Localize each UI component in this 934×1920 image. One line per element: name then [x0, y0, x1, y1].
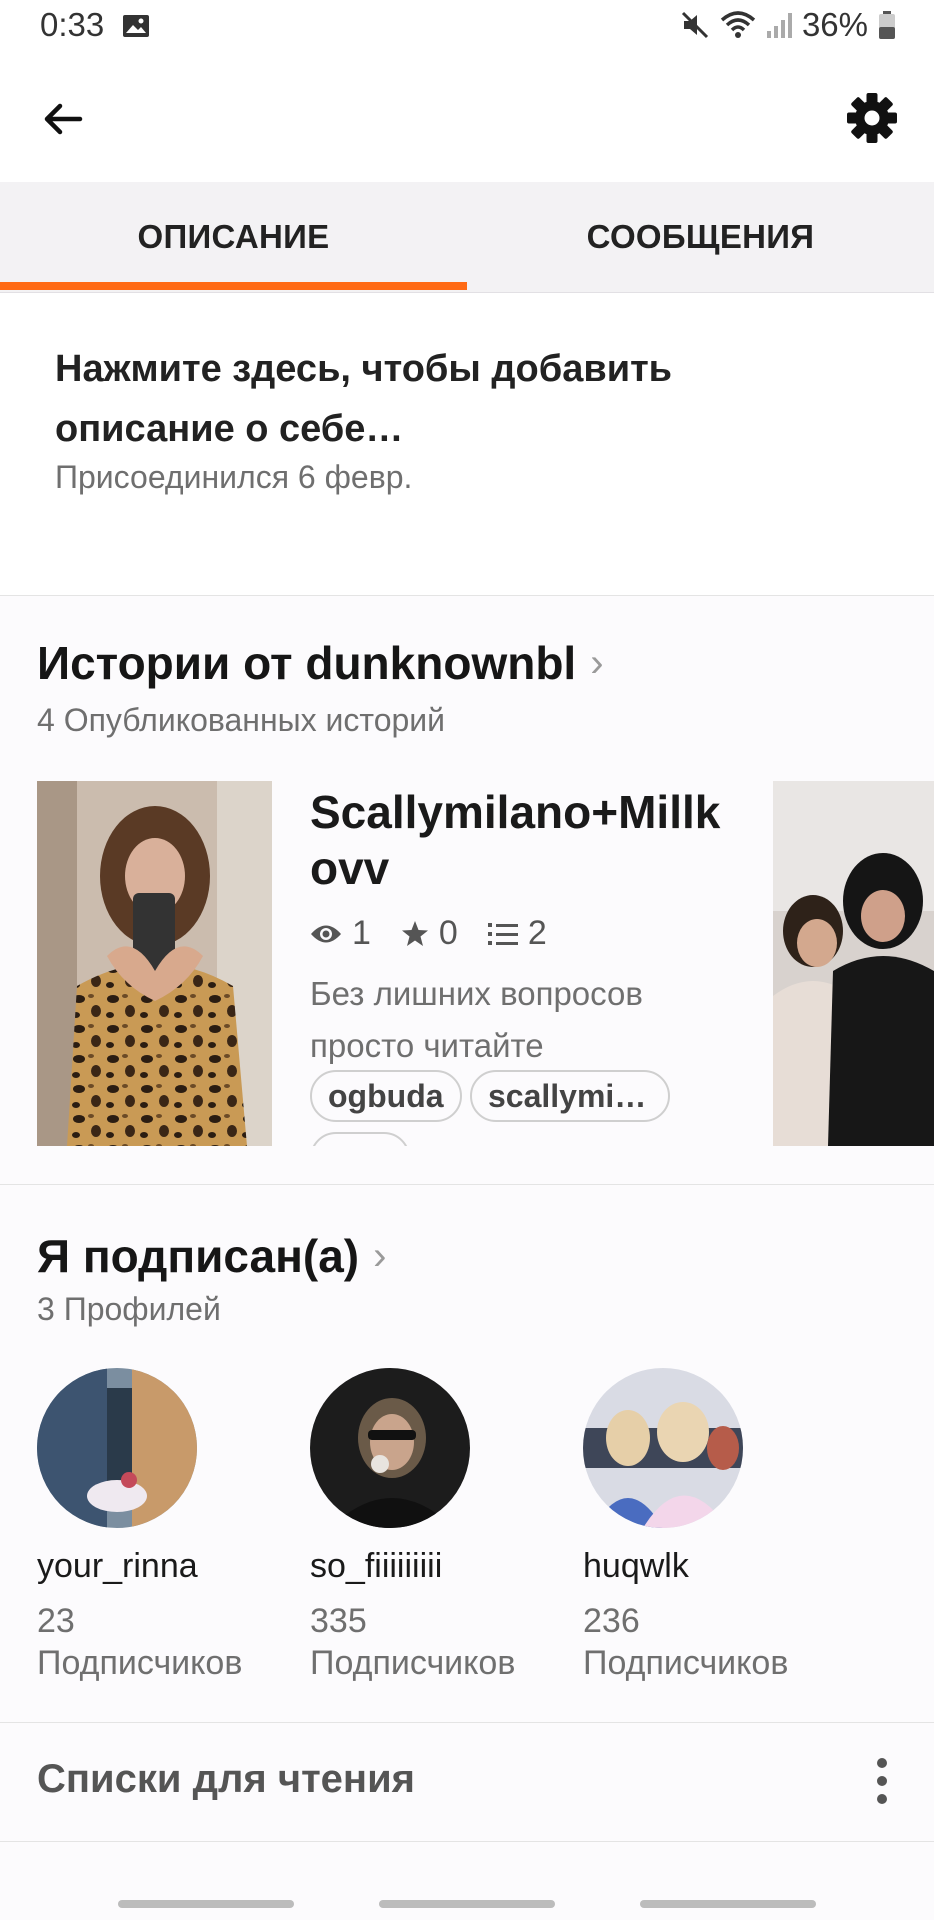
story-description: Без лишних вопросов просто читайте [310, 975, 643, 1064]
tab-messages-label: СООБЩЕНИЯ [586, 218, 815, 255]
story-cover-image[interactable] [773, 781, 934, 1146]
nav-back-handle[interactable] [640, 1900, 816, 1908]
add-description-prompt[interactable]: Нажмите здесь, чтобы добавить описание о… [55, 339, 815, 459]
parts-count: 2 [527, 914, 547, 952]
tag-chip[interactable]: ogbuda [310, 1070, 462, 1122]
tag-chip[interactable]: scallymi… [470, 1070, 670, 1122]
battery-percent: 36% [801, 6, 868, 43]
avatar [310, 1368, 470, 1528]
profile-followers-label: Подписчиков [37, 1644, 243, 1682]
story-title[interactable]: Scallymilano+Millkovv [310, 784, 730, 896]
tab-bar: ОПИСАНИЕ СООБЩЕНИЯ [0, 182, 934, 293]
description-section: Нажмите здесь, чтобы добавить описание о… [0, 293, 934, 596]
reads-count: 1 [352, 914, 371, 952]
app-bar [0, 56, 934, 182]
chevron-right-icon: › [590, 640, 604, 685]
votes-stat: 0 [401, 914, 458, 953]
profile-followers-label: Подписчиков [310, 1644, 516, 1682]
profile-followers-label: Подписчиков [583, 1644, 789, 1682]
profile-name: huqwlk [583, 1547, 689, 1585]
profile-card[interactable]: your_rinna 23 Подписчиков [37, 1368, 297, 1684]
chevron-right-icon: › [373, 1233, 387, 1278]
gear-icon[interactable] [846, 92, 898, 144]
profile-followers-count: 335 [310, 1602, 367, 1640]
story-cover-image[interactable] [37, 781, 272, 1146]
star-icon [401, 920, 428, 946]
tab-messages[interactable]: СООБЩЕНИЯ [467, 182, 934, 292]
nav-recents-handle[interactable] [118, 1900, 294, 1908]
stories-title: Истории от dunknownbl [37, 637, 577, 689]
profile-followers-count: 236 [583, 1602, 640, 1640]
wifi-icon [720, 11, 756, 38]
profile-name: your_rinna [37, 1547, 198, 1585]
following-count: 3 Профилей [37, 1291, 221, 1327]
tab-description-label: ОПИСАНИЕ [137, 218, 330, 255]
votes-count: 0 [438, 914, 458, 952]
profile-name: so_fiiiiiiiii [310, 1547, 443, 1585]
profile-card[interactable]: so_fiiiiiiiii 335 Подписчиков [310, 1368, 570, 1684]
avatar [583, 1368, 743, 1528]
stories-section: Истории от dunknownbl › 4 Опубликованных… [0, 596, 934, 1185]
reading-lists-label: Списки для чтения [37, 1757, 416, 1801]
mute-icon [681, 11, 708, 39]
avatar [37, 1368, 197, 1528]
tag-chip-partial[interactable] [310, 1132, 410, 1146]
gallery-icon [123, 15, 149, 37]
parts-stat: 2 [487, 914, 547, 953]
list-icon [487, 922, 518, 945]
system-nav-bar [0, 1842, 934, 1920]
reading-lists-row[interactable]: Списки для чтения [0, 1723, 934, 1842]
status-time: 0:33 [40, 6, 105, 43]
story-stats: 1 0 2 [310, 914, 547, 953]
stories-header[interactable]: Истории от dunknownbl › [37, 636, 604, 690]
story-tags: ogbuda scallymi… [310, 1070, 740, 1146]
profile-card[interactable]: huqwlk 236 Подписчиков [583, 1368, 843, 1684]
nav-home-handle[interactable] [379, 1900, 555, 1908]
signal-icon [766, 13, 792, 38]
stories-count: 4 Опубликованных историй [37, 702, 446, 738]
eye-icon [311, 925, 341, 942]
more-vertical-icon[interactable] [870, 1753, 894, 1809]
profile-followers-count: 23 [37, 1602, 75, 1640]
status-right: 36% [680, 6, 896, 44]
joined-date: Присоединился 6 февр. [55, 459, 413, 495]
back-arrow-icon[interactable] [40, 96, 86, 142]
tab-description[interactable]: ОПИСАНИЕ [0, 182, 467, 292]
reads-stat: 1 [310, 914, 371, 953]
following-section: Я подписан(а) › 3 Профилей your_rinna 23… [0, 1185, 934, 1723]
status-bar: 0:33 36% [0, 0, 934, 56]
following-header[interactable]: Я подписан(а) › [37, 1229, 386, 1283]
battery-icon [879, 11, 895, 39]
following-title: Я подписан(а) [37, 1230, 360, 1282]
